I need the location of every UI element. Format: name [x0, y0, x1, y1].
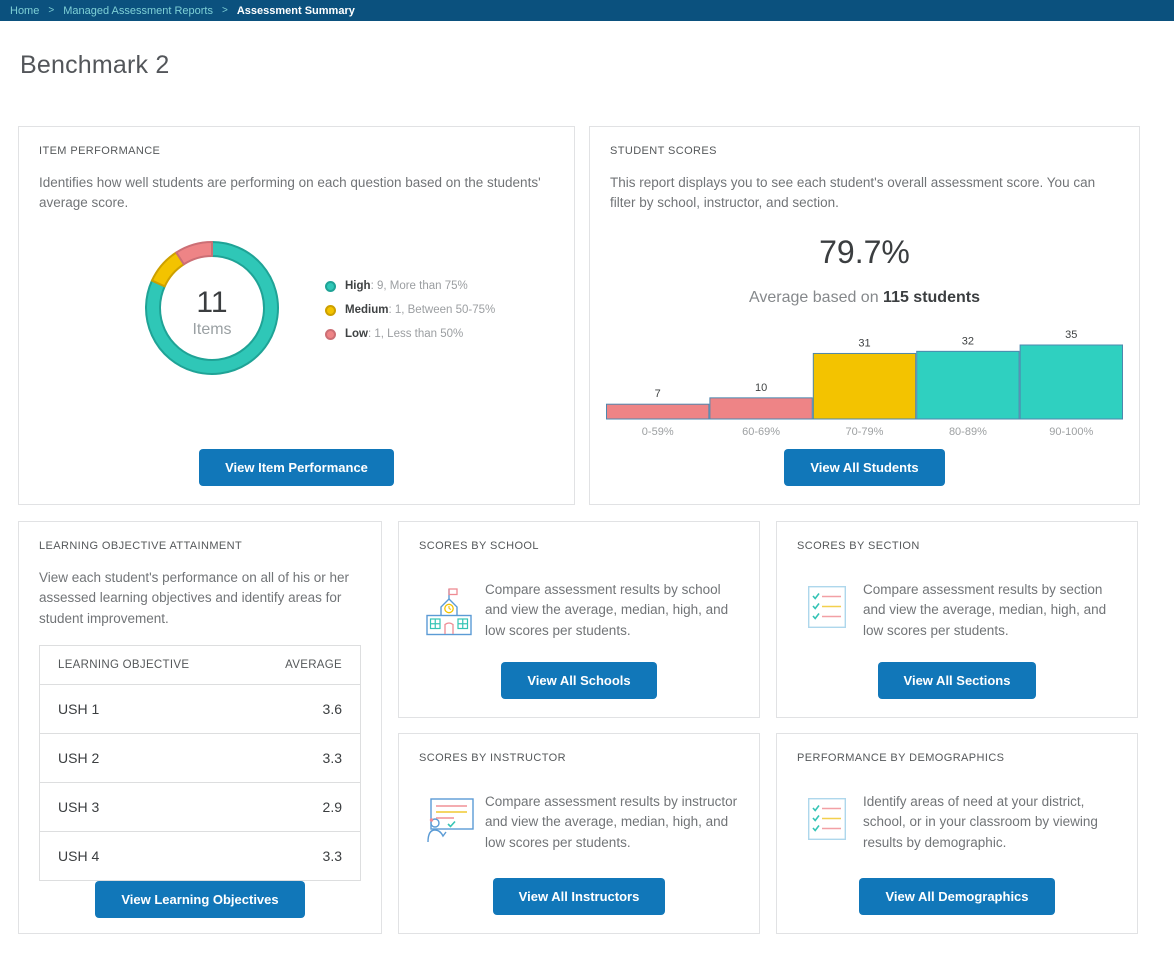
bar-category-label: 60-69%	[742, 426, 780, 438]
legend-label: High: 9, More than 75%	[345, 280, 468, 292]
average-cell: 3.3	[246, 831, 361, 880]
main-content: ITEM PERFORMANCE Identifies how well stu…	[0, 126, 1174, 946]
table-row: USH 23.3	[40, 733, 361, 782]
bar-category-label: 80-89%	[949, 426, 987, 438]
checklist-icon	[808, 586, 846, 628]
breadcrumb: Home > Managed Assessment Reports > Assessme…	[0, 0, 1174, 21]
legend-item: High: 9, More than 75%	[325, 280, 495, 292]
bar-70-79%	[813, 353, 915, 419]
legend-label: Medium: 1, Between 50-75%	[345, 304, 495, 316]
breadcrumb-item[interactable]: Managed Assessment Reports	[63, 5, 213, 17]
card-performance-by-demographics: PERFORMANCE BY DEMOGRAPHICS	[776, 733, 1138, 934]
card-title: ITEM PERFORMANCE	[39, 145, 554, 157]
bar-value-label: 35	[1065, 329, 1077, 341]
donut-center-value: 11	[196, 286, 227, 319]
legend-item: Medium: 1, Between 50-75%	[325, 304, 495, 316]
card-scores-by-school: SCORES BY SCHOOL	[398, 521, 760, 718]
card-learning-objectives: LEARNING OBJECTIVE ATTAINMENT View each …	[18, 521, 382, 934]
view-item-performance-button[interactable]: View Item Performance	[199, 449, 394, 486]
card-item-performance: ITEM PERFORMANCE Identifies how well stu…	[18, 126, 575, 505]
bar-60-69%	[710, 397, 812, 418]
view-all-schools-button[interactable]: View All Schools	[501, 662, 656, 699]
view-all-sections-button[interactable]: View All Sections	[878, 662, 1037, 699]
objective-cell: USH 3	[40, 782, 246, 831]
card-description: This report displays you to see each stu…	[610, 173, 1119, 214]
view-learning-objectives-button[interactable]: View Learning Objectives	[95, 881, 304, 918]
caption-prefix: Average based on	[749, 289, 883, 306]
breadcrumb-separator: >	[48, 5, 54, 16]
bar-value-label: 32	[962, 335, 974, 347]
legend-item: Low: 1, Less than 50%	[325, 328, 495, 340]
legend-dot	[325, 329, 336, 340]
objective-cell: USH 4	[40, 831, 246, 880]
average-score-caption: Average based on 115 students	[610, 289, 1119, 307]
average-cell: 3.6	[246, 684, 361, 733]
objective-cell: USH 2	[40, 733, 246, 782]
checklist-icon	[808, 798, 846, 840]
page-title: Benchmark 2	[20, 51, 1174, 80]
table-row: USH 13.6	[40, 684, 361, 733]
donut-legend: High: 9, More than 75% Medium: 1, Between…	[325, 280, 495, 340]
donut-slice-low	[176, 242, 212, 264]
card-description: Compare assessment results by section an…	[863, 580, 1117, 641]
legend-label: Low: 1, Less than 50%	[345, 328, 463, 340]
donut-center-label: Items	[192, 321, 231, 338]
breadcrumb-separator: >	[222, 5, 228, 16]
card-description: Compare assessment results by instructor…	[485, 792, 739, 853]
card-description: Identify areas of need at your district,…	[863, 792, 1117, 853]
average-score-value: 79.7%	[610, 234, 1119, 271]
breadcrumb-item: Assessment Summary	[237, 5, 355, 17]
caption-students-count: 115 students	[883, 289, 980, 306]
card-title: SCORES BY SECTION	[797, 540, 1117, 552]
view-all-instructors-button[interactable]: View All Instructors	[493, 878, 666, 915]
view-all-students-button[interactable]: View All Students	[784, 449, 944, 486]
table-header-row: LEARNING OBJECTIVE AVERAGE	[40, 645, 361, 684]
objectives-table-body: USH 13.6USH 23.3USH 32.9USH 43.3	[40, 684, 361, 880]
bar-category-label: 90-100%	[1049, 426, 1093, 438]
bar-value-label: 7	[655, 388, 661, 400]
bar-category-label: 70-79%	[846, 426, 884, 438]
bar-0-59%	[607, 404, 709, 419]
card-student-scores: STUDENT SCORES This report displays you …	[589, 126, 1140, 505]
column-header-objective: LEARNING OBJECTIVE	[40, 645, 246, 684]
objective-cell: USH 1	[40, 684, 246, 733]
bar-category-label: 0-59%	[642, 426, 674, 438]
card-scores-by-section: SCORES BY SECTION	[776, 521, 1138, 718]
card-title: LEARNING OBJECTIVE ATTAINMENT	[39, 540, 361, 552]
column-header-average: AVERAGE	[246, 645, 361, 684]
table-row: USH 43.3	[40, 831, 361, 880]
card-title: STUDENT SCORES	[610, 145, 1119, 157]
view-all-demographics-button[interactable]: View All Demographics	[859, 878, 1054, 915]
bar-80-89%	[917, 351, 1019, 419]
card-description: Identifies how well students are perform…	[39, 173, 554, 214]
donut-chart: 11 Items	[132, 228, 292, 388]
bar-chart: 7 0-59% 10 60-69% 31 70-79% 32 80-89% 35 90-100%	[606, 329, 1123, 441]
bar-90-100%	[1020, 345, 1122, 419]
bar-value-label: 31	[858, 337, 870, 349]
average-cell: 2.9	[246, 782, 361, 831]
card-title: PERFORMANCE BY DEMOGRAPHICS	[797, 752, 1117, 764]
learning-objectives-table: LEARNING OBJECTIVE AVERAGE USH 13.6USH 2…	[39, 645, 361, 881]
breadcrumb-item[interactable]: Home	[10, 5, 39, 17]
bar-value-label: 10	[755, 381, 767, 393]
card-scores-by-instructor: SCORES BY INSTRUCTOR	[398, 733, 760, 934]
card-description: View each student's performance on all o…	[39, 568, 361, 629]
card-description: Compare assessment results by school and…	[485, 580, 739, 641]
card-title: SCORES BY SCHOOL	[419, 540, 739, 552]
legend-dot	[325, 305, 336, 316]
legend-dot	[325, 281, 336, 292]
average-cell: 3.3	[246, 733, 361, 782]
table-row: USH 32.9	[40, 782, 361, 831]
card-title: SCORES BY INSTRUCTOR	[419, 752, 739, 764]
school-building-icon	[426, 586, 472, 636]
instructor-presentation-icon	[424, 798, 474, 842]
